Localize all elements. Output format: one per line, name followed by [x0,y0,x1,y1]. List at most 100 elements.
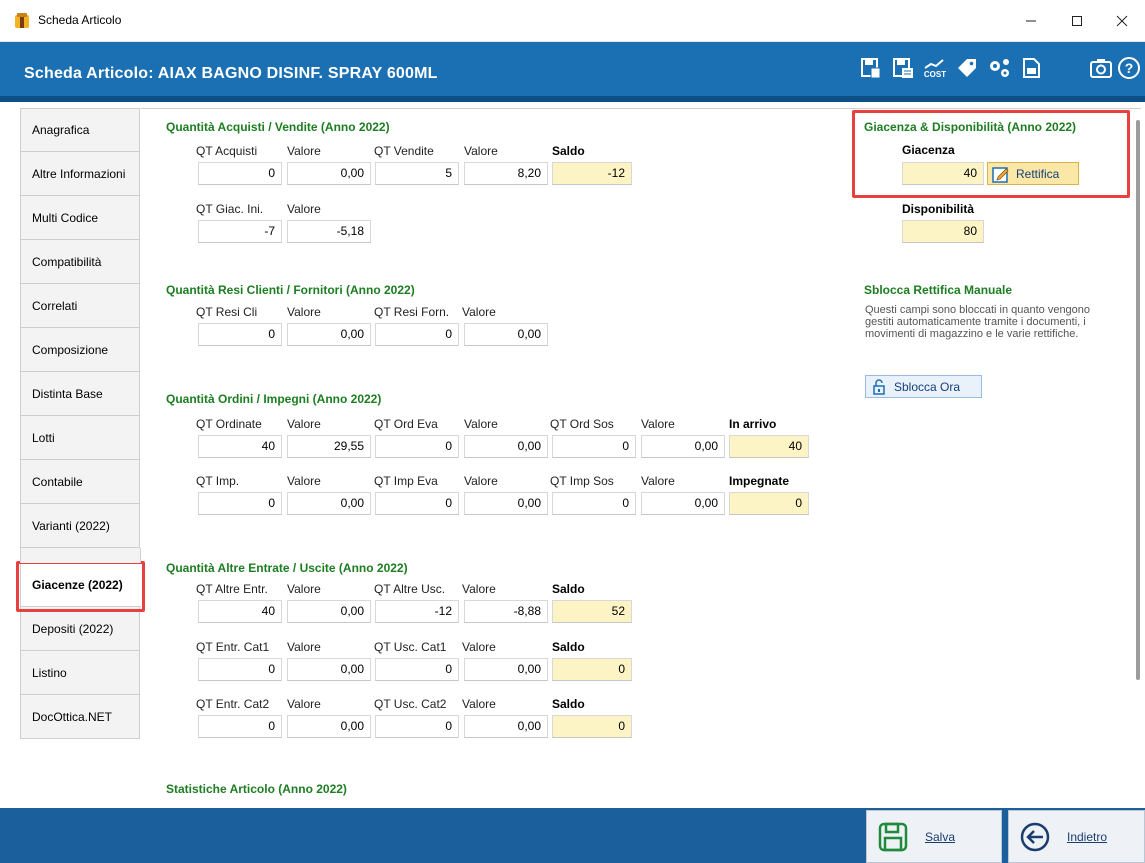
sblocca-note: Questi campi sono bloccati in quanto ven… [865,304,1091,340]
save-icon [877,821,909,853]
logo-icon[interactable] [1018,55,1044,81]
saldo-field: -12 [552,162,632,185]
sidebar-item-contabile[interactable]: Contabile [20,460,140,504]
rettifica-button[interactable]: Rettifica [987,162,1079,185]
section-title-giacenza: Giacenza & Disponibilità (Anno 2022) [864,120,1077,134]
maximize-button[interactable] [1054,0,1100,42]
qt-ord-eva-field[interactable]: 0 [375,435,459,458]
valore-entr-cat2-field[interactable]: 0,00 [287,715,371,738]
section-title-ordini: Quantità Ordini / Impegni (Anno 2022) [166,392,382,406]
qt-usc-cat1-field[interactable]: 0 [375,658,459,681]
label-saldo: Saldo [552,582,585,596]
label-qt-acquisti: QT Acquisti [196,144,258,158]
qt-acquisti-field[interactable]: 0 [198,162,282,185]
label-qt-usc-cat2: QT Usc. Cat2 [374,697,447,711]
valore-usc-cat1-field[interactable]: 0,00 [464,658,548,681]
label-qt-entr-cat2: QT Entr. Cat2 [196,697,270,711]
qt-entr-cat1-field[interactable]: 0 [198,658,282,681]
sidebar-item-altre-informazioni[interactable]: Altre Informazioni [20,152,140,196]
qt-usc-cat2-field[interactable]: 0 [375,715,459,738]
saldo-cat2-field: 0 [552,715,632,738]
minimize-button[interactable] [1008,0,1054,42]
sidebar-spacer [20,548,141,563]
sblocca-ora-button[interactable]: Sblocca Ora [865,375,982,398]
sidebar-item-docottica[interactable]: DocOttica.NET [20,695,140,739]
tag-icon[interactable] [954,55,980,81]
label-valore: Valore [462,697,496,711]
label-qt-usc-cat1: QT Usc. Cat1 [374,640,447,654]
header-band: Scheda Articolo: AIAX BAGNO DISINF. SPRA… [0,42,1145,102]
qt-ord-sos-field[interactable]: 0 [552,435,636,458]
valore-imp-sos-field[interactable]: 0,00 [641,492,725,515]
qt-giac-ini-field[interactable]: -7 [198,220,282,243]
label-qt-resi-forn: QT Resi Forn. [374,305,450,319]
sidebar-item-correlati[interactable]: Correlati [20,284,140,328]
sidebar-item-depositi[interactable]: Depositi (2022) [20,607,140,651]
back-button[interactable]: Indietro [1008,810,1145,863]
label-valore: Valore [464,417,498,431]
valore-imp-eva-field[interactable]: 0,00 [464,492,548,515]
sidebar-item-compatibilita[interactable]: Compatibilità [20,240,140,284]
label-valore: Valore [462,582,496,596]
valore-vendite-field[interactable]: 8,20 [464,162,548,185]
label-impegnate: Impegnate [729,474,790,488]
qt-imp-eva-field[interactable]: 0 [375,492,459,515]
save-document-icon[interactable] [858,55,884,81]
save-button[interactable]: Salva [866,810,1002,863]
label-qt-resi-cli: QT Resi Cli [196,305,258,319]
sidebar-item-listino[interactable]: Listino [20,651,140,695]
valore-imp-field[interactable]: 0,00 [287,492,371,515]
label-valore: Valore [641,417,675,431]
active-tab-highlight [16,561,145,612]
cost-icon[interactable]: COST [922,55,948,81]
valore-ord-eva-field[interactable]: 0,00 [464,435,548,458]
save-calendar-icon[interactable] [890,55,916,81]
sidebar-item-varianti[interactable]: Varianti (2022) [20,504,140,548]
qt-vendite-field[interactable]: 5 [375,162,459,185]
label-valore: Valore [287,474,321,488]
sidebar-item-distinta-base[interactable]: Distinta Base [20,372,140,416]
help-icon[interactable]: ? [1116,55,1142,81]
section-title-altre: Quantità Altre Entrate / Uscite (Anno 20… [166,561,408,575]
sidebar-item-multi-codice[interactable]: Multi Codice [20,196,140,240]
save-label: Salva [925,829,956,844]
gears-icon[interactable] [986,55,1012,81]
sidebar-item-lotti[interactable]: Lotti [20,416,140,460]
qt-imp-sos-field[interactable]: 0 [552,492,636,515]
label-qt-imp-sos: QT Imp Sos [550,474,614,488]
label-qt-ord-sos: QT Ord Sos [550,417,614,431]
label-qt-altre-usc: QT Altre Usc. [374,582,446,596]
valore-ord-sos-field[interactable]: 0,00 [641,435,725,458]
valore-giac-ini-field[interactable]: -5,18 [287,220,371,243]
valore-resi-cli-field[interactable]: 0,00 [287,323,371,346]
label-qt-altre-entr: QT Altre Entr. [196,582,268,596]
impegnate-field: 0 [729,492,809,515]
label-valore: Valore [287,144,321,158]
valore-ordinate-field[interactable]: 29,55 [287,435,371,458]
valore-altre-usc-field[interactable]: -8,88 [464,600,548,623]
label-valore: Valore [462,305,496,319]
qt-altre-entr-field[interactable]: 40 [198,600,282,623]
qt-resi-cli-field[interactable]: 0 [198,323,282,346]
qt-altre-usc-field[interactable]: -12 [375,600,459,623]
valore-acquisti-field[interactable]: 0,00 [287,162,371,185]
camera-icon[interactable] [1088,55,1114,81]
sidebar-item-anagrafica[interactable]: Anagrafica [20,108,140,152]
qt-resi-forn-field[interactable]: 0 [375,323,459,346]
qt-entr-cat2-field[interactable]: 0 [198,715,282,738]
rettifica-label: Rettifica [1016,166,1060,181]
valore-altre-entr-field[interactable]: 0,00 [287,600,371,623]
label-giacenza: Giacenza [902,143,955,157]
label-valore: Valore [641,474,675,488]
footer-bar: Salva Indietro [0,808,1145,863]
valore-usc-cat2-field[interactable]: 0,00 [464,715,548,738]
close-button[interactable] [1099,0,1145,42]
vertical-scrollbar[interactable] [1136,120,1140,680]
valore-resi-forn-field[interactable]: 0,00 [464,323,548,346]
valore-entr-cat1-field[interactable]: 0,00 [287,658,371,681]
disponibilita-field: 80 [902,220,984,243]
window-title: Scheda Articolo [38,13,122,27]
qt-ordinate-field[interactable]: 40 [198,435,282,458]
sidebar-item-composizione[interactable]: Composizione [20,328,140,372]
qt-imp-field[interactable]: 0 [198,492,282,515]
